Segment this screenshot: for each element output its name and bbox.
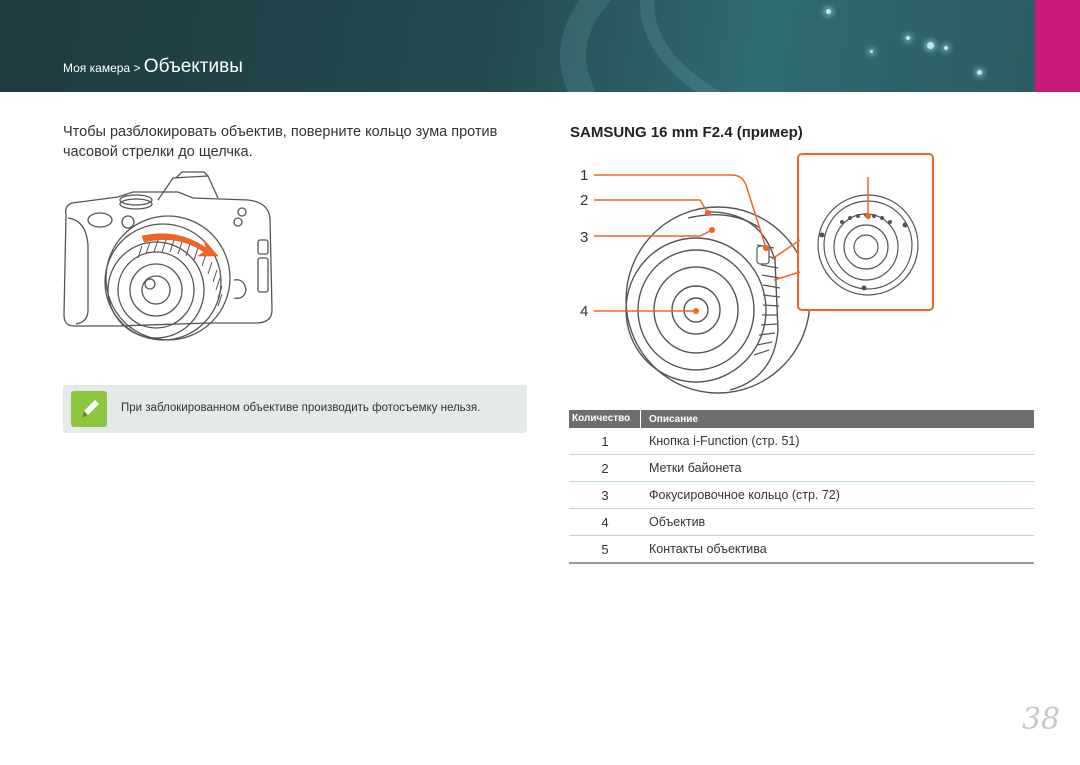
- table-row: 5 Контакты объектива: [569, 536, 1034, 564]
- breadcrumb-parent[interactable]: Моя камера: [63, 61, 130, 75]
- camera-illustration: [63, 171, 273, 341]
- column-header-number: Количество: [569, 410, 641, 428]
- row-number: 1: [601, 433, 609, 449]
- table-row: 3 Фокусировочное кольцо (стр. 72): [569, 482, 1034, 509]
- table-row: 4 Объектив: [569, 509, 1034, 536]
- row-number: 3: [601, 487, 609, 503]
- sparkle-icon: [977, 70, 982, 75]
- row-number: 2: [601, 460, 609, 476]
- intro-text: Чтобы разблокировать объектив, поверните…: [63, 124, 498, 160]
- lens-diagram: 1 2 3 4 5: [580, 153, 934, 394]
- breadcrumb-separator: >: [130, 61, 144, 75]
- callout-3: 3: [580, 229, 588, 246]
- sparkle-icon: [944, 46, 948, 50]
- sparkle-icon: [927, 42, 934, 49]
- sparkle-icon: [826, 9, 831, 14]
- sparkle-icon: [906, 36, 910, 40]
- header-decoration: [640, 0, 1080, 92]
- page-title: Объективы: [143, 56, 243, 77]
- table-row: 1 Кнопка i-Function (стр. 51): [569, 428, 1034, 455]
- section-title: SAMSUNG 16 mm F2.4 (пример): [570, 124, 803, 141]
- column-header-description: Описание: [649, 413, 698, 425]
- row-description[interactable]: Кнопка i-Function (стр. 51): [641, 434, 800, 448]
- table-header: Количество Описание: [569, 410, 1034, 428]
- row-description: Метки байонета: [649, 461, 742, 475]
- sparkle-icon: [870, 50, 873, 53]
- pencil-note-icon: [71, 391, 107, 427]
- parts-table: Количество Описание 1 Кнопка i-Function …: [569, 410, 1034, 564]
- section-tab: [1035, 0, 1080, 92]
- row-description: Контакты объектива: [649, 542, 767, 556]
- note-box: При заблокированном объективе производит…: [63, 385, 527, 433]
- row-number: 5: [601, 541, 609, 557]
- row-number: 4: [601, 514, 609, 530]
- page-header: Моя камера > Объективы: [0, 0, 1080, 92]
- row-description[interactable]: Фокусировочное кольцо (стр. 72): [641, 488, 840, 502]
- callout-1: 1: [580, 167, 588, 184]
- note-text: При заблокированном объективе производит…: [121, 402, 481, 414]
- table-row: 2 Метки байонета: [569, 455, 1034, 482]
- callout-2: 2: [580, 192, 588, 209]
- row-description: Объектив: [649, 515, 706, 529]
- page-number: 38: [1021, 702, 1060, 737]
- breadcrumb: Моя камера > Объективы: [63, 56, 243, 78]
- callout-4: 4: [580, 303, 588, 320]
